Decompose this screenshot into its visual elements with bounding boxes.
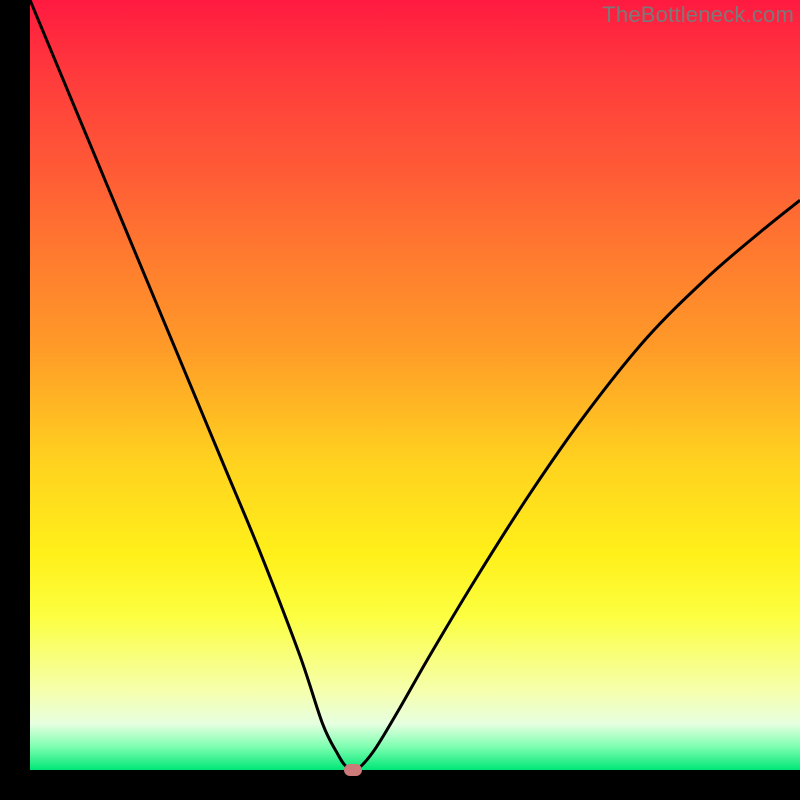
chart-frame: TheBottleneck.com [0, 0, 800, 800]
minimum-marker [344, 764, 362, 776]
plot-area: TheBottleneck.com [30, 0, 800, 770]
curve-svg [30, 0, 800, 770]
bottleneck-curve [30, 0, 800, 770]
